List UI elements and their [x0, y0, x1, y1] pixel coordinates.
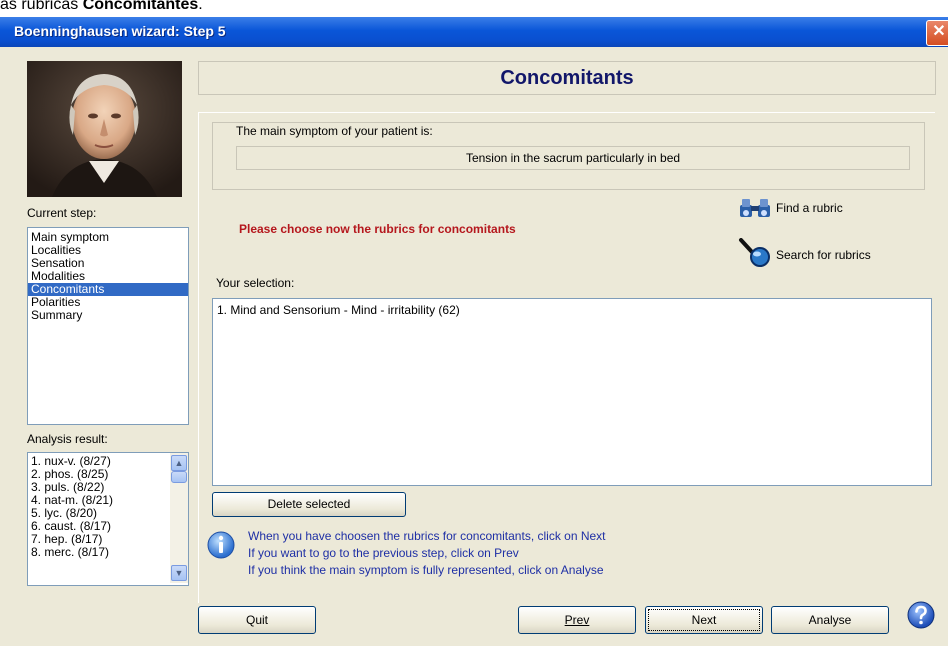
find-rubric-label[interactable]: Find a rubric — [776, 201, 843, 215]
info-line: When you have choosen the rubrics for co… — [248, 529, 606, 543]
info-text: When you have choosen the rubrics for co… — [248, 528, 606, 579]
prev-button-label: Prev — [564, 613, 590, 627]
info-icon — [207, 531, 235, 559]
delete-selected-button[interactable]: Delete selected — [212, 492, 406, 517]
instruction-prompt: Please choose now the rubrics for concom… — [239, 222, 516, 236]
analyse-button-label: Analyse — [808, 613, 852, 627]
binoculars-icon — [740, 199, 770, 217]
close-icon: ✕ — [932, 23, 946, 40]
caption-bold: Concomitantes — [82, 0, 199, 13]
portrait-image — [27, 61, 182, 197]
selection-item[interactable]: 1. Mind and Sensorium - Mind - irritabil… — [217, 303, 460, 318]
search-rubrics-label[interactable]: Search for rubrics — [776, 248, 871, 262]
document-caption: as rúbricas Concomitantes. — [0, 0, 948, 17]
analyse-button[interactable]: Analyse — [771, 606, 889, 634]
caption-suffix: . — [198, 0, 203, 13]
main-symptom-value: Tension in the sacrum particularly in be… — [236, 146, 910, 170]
scroll-thumb[interactable] — [171, 471, 187, 483]
close-button[interactable]: ✕ — [926, 20, 948, 46]
next-button-label: Next — [691, 613, 717, 627]
selection-list[interactable]: 1. Mind and Sensorium - Mind - irritabil… — [212, 298, 932, 486]
prev-button[interactable]: Prev — [518, 606, 636, 634]
page-title: Concomitants — [500, 67, 634, 89]
step-item[interactable]: Summary — [28, 309, 188, 322]
magnifier-icon — [739, 238, 770, 267]
info-line: If you want to go to the previous step, … — [248, 546, 519, 560]
current-step-label: Current step: — [27, 206, 97, 220]
window-title: Boenninghausen wizard: Step 5 — [14, 23, 226, 39]
caption-prefix: as rúbricas — [0, 0, 83, 13]
your-selection-label: Your selection: — [216, 276, 295, 290]
scroll-up-icon[interactable]: ▲ — [171, 455, 187, 471]
title-bar[interactable]: Boenninghausen wizard: Step 5 — [0, 17, 948, 47]
scroll-down-icon[interactable]: ▼ — [171, 565, 187, 581]
analysis-item[interactable]: 8. merc. (8/17) — [28, 546, 168, 559]
info-line: If you think the main symptom is fully r… — [248, 563, 604, 577]
analysis-result-label: Analysis result: — [27, 432, 108, 446]
current-step-list[interactable]: Main symptom Localities Sensation Modalitie… — [27, 227, 189, 425]
analysis-scrollbar[interactable]: ▲ ▼ — [170, 453, 188, 583]
help-icon[interactable] — [906, 600, 936, 630]
next-button[interactable]: Next — [645, 606, 763, 634]
quit-button[interactable]: Quit — [198, 606, 316, 634]
page-heading-bar: Concomitants — [198, 61, 936, 95]
analysis-result-list[interactable]: 1. nux-v. (8/27) 2. phos. (8/25) 3. puls. … — [27, 452, 189, 586]
main-symptom-label: The main symptom of your patient is: — [236, 124, 433, 138]
